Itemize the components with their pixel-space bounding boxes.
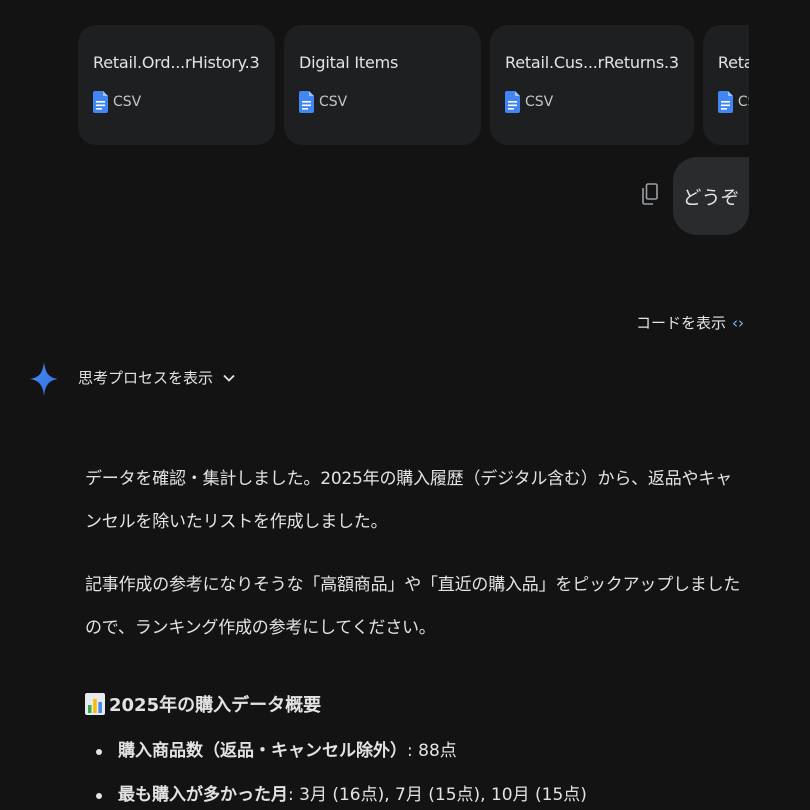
gemini-sparkle-icon [30,362,58,396]
show-thinking-label: 思考プロセスを表示 [78,369,214,387]
section-heading-text: 2025年の購入データ概要 [109,695,322,716]
attachment-type: CSV [319,94,348,110]
summary-label: 最も購入が多かった月 [118,785,288,805]
summary-label: 購入商品数（返品・キャンセル除外） [118,741,407,761]
response-paragraph: 記事作成の参考になりそうな「高額商品」や「直近の購入品」をピックアップしましたの… [85,575,741,638]
model-response: データを確認・集計しました。2025年の購入履歴（デジタル含む）から、返品やキャ… [85,458,745,810]
attachment-type: CSV [737,94,749,110]
summary-list: 購入商品数（返品・キャンセル除外）: 88点 最も購入が多かった月: 3月 (1… [85,738,745,808]
attachment-card[interactable]: Digital Items CSV [284,25,481,145]
attachment-name: Retail.Ord...rHistory.3 [93,53,260,72]
attachment-type: CSV [525,94,554,110]
document-icon [717,91,733,113]
show-thinking-toggle[interactable]: 思考プロセスを表示 [78,367,235,388]
attachment-strip[interactable]: Retail.Ord...rHistory.3 CSV Digital Item… [78,25,749,146]
attachment-name: Retail. [717,53,749,72]
attachment-name: Retail.Cus...rReturns.3 [505,53,679,72]
section-heading: 2025年の購入データ概要 [85,690,745,718]
summary-value: : 3月 (16点), 7月 (15点), 10月 (15点) [288,785,587,805]
attachment-name: Digital Items [299,53,399,72]
document-icon [299,91,314,113]
attachment-card[interactable]: Retail. CSV [702,25,749,145]
list-item: 最も購入が多かった月: 3月 (16点), 7月 (15点), 10月 (15点… [85,782,745,808]
show-code-label: コードを表示 [636,314,727,332]
document-icon [505,91,520,113]
copy-icon [642,183,658,205]
copy-button[interactable] [637,180,663,208]
code-brackets-icon: ‹› [732,313,745,332]
bar-chart-icon [85,693,105,715]
response-paragraph: データを確認・集計しました。2025年の購入履歴（デジタル含む）から、返品やキャ… [85,469,732,532]
user-message-bubble: どうぞ [673,157,749,235]
chat-page: Retail.Ord...rHistory.3 CSV Digital Item… [0,0,810,810]
show-code-button[interactable]: コードを表示 ‹› [636,312,744,333]
attachment-card[interactable]: Retail.Ord...rHistory.3 CSV [78,25,275,145]
attachment-type: CSV [113,94,142,110]
summary-value: : 88点 [407,741,457,761]
list-item: 購入商品数（返品・キャンセル除外）: 88点 [85,738,745,764]
attachment-card[interactable]: Retail.Cus...rReturns.3 CSV [490,25,694,145]
document-icon [93,91,108,113]
chevron-down-icon [223,374,235,382]
